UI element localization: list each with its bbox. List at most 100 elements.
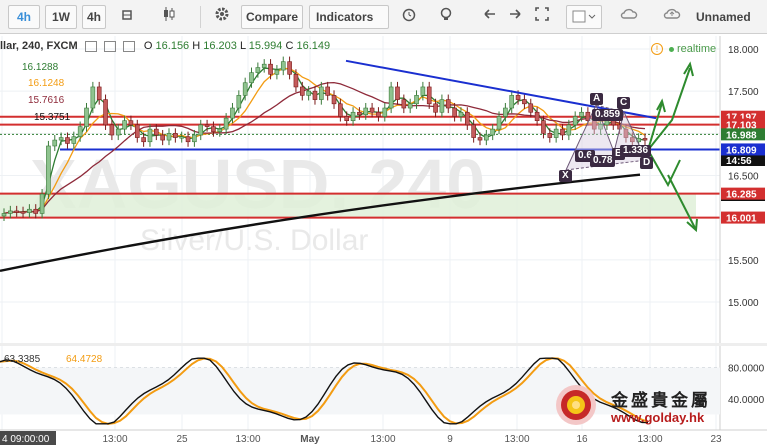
- candle-body[interactable]: [388, 86, 394, 109]
- candle-body[interactable]: [14, 210, 19, 213]
- candle-body[interactable]: [344, 116, 350, 121]
- candle-body[interactable]: [401, 99, 407, 109]
- pane-divider[interactable]: [0, 343, 767, 346]
- candle-body[interactable]: [242, 82, 248, 96]
- candle-body[interactable]: [166, 133, 172, 141]
- candle-body[interactable]: [331, 95, 337, 105]
- candle-body[interactable]: [566, 124, 572, 136]
- account-menu[interactable]: Unnamed: [696, 5, 766, 29]
- candle-body[interactable]: [439, 99, 445, 113]
- candle-body[interactable]: [541, 120, 546, 134]
- candle-body[interactable]: [236, 95, 242, 109]
- candle-body[interactable]: [103, 99, 108, 126]
- candle-body[interactable]: [1, 213, 7, 217]
- candle-body[interactable]: [122, 120, 127, 130]
- indicators-button[interactable]: Indicators: [309, 5, 389, 29]
- candle-body[interactable]: [293, 74, 299, 88]
- candle-body[interactable]: [560, 128, 565, 136]
- candle-body[interactable]: [84, 107, 89, 127]
- candle-body[interactable]: [96, 86, 102, 100]
- light-bulb-icon[interactable]: [434, 5, 458, 29]
- candle-body[interactable]: [547, 133, 553, 138]
- candle-body[interactable]: [490, 128, 495, 136]
- candle-body[interactable]: [369, 107, 375, 113]
- candle-body[interactable]: [445, 99, 451, 109]
- candle-body[interactable]: [306, 90, 311, 96]
- candle-body[interactable]: [350, 111, 356, 121]
- candle-body[interactable]: [33, 208, 39, 214]
- candle-body[interactable]: [217, 128, 223, 132]
- interval-dropdown[interactable]: 4h: [82, 5, 106, 29]
- candle-body[interactable]: [395, 86, 400, 100]
- cloud-download-icon[interactable]: [617, 5, 641, 29]
- undo-arrow-icon[interactable]: [478, 5, 502, 29]
- candle-body[interactable]: [522, 99, 527, 105]
- candle-body[interactable]: [338, 103, 343, 117]
- candle-body[interactable]: [420, 86, 426, 96]
- candle-body[interactable]: [230, 107, 235, 119]
- symbol-title[interactable]: llar, 240, FXCM: [0, 40, 78, 52]
- candle-body[interactable]: [52, 139, 58, 147]
- candle-body[interactable]: [109, 124, 115, 136]
- candle-body[interactable]: [27, 208, 32, 213]
- candle-body[interactable]: [553, 128, 559, 138]
- candle-body[interactable]: [90, 86, 96, 109]
- hide-series-icon[interactable]: [84, 40, 97, 52]
- candle-body[interactable]: [312, 90, 318, 100]
- candle-body[interactable]: [71, 136, 77, 144]
- candle-body[interactable]: [223, 117, 229, 130]
- candle-body[interactable]: [39, 193, 45, 214]
- candle-body[interactable]: [134, 124, 140, 138]
- candle-body[interactable]: [407, 103, 413, 109]
- candle-body[interactable]: [179, 136, 185, 139]
- candle-body[interactable]: [477, 137, 483, 141]
- candle-body[interactable]: [484, 134, 489, 141]
- candle-body[interactable]: [249, 72, 254, 84]
- candle-body[interactable]: [376, 111, 381, 117]
- compare-button[interactable]: Compare: [241, 5, 303, 29]
- candle-body[interactable]: [65, 137, 70, 144]
- candle-body[interactable]: [471, 124, 476, 138]
- candle-body[interactable]: [496, 116, 502, 130]
- candles-icon[interactable]: [157, 5, 181, 29]
- candle-body[interactable]: [160, 134, 165, 141]
- candle-body[interactable]: [433, 103, 438, 113]
- candle-body[interactable]: [198, 124, 204, 136]
- interval-4h-button[interactable]: 4h: [8, 5, 40, 29]
- interval-1w-button[interactable]: 1W: [45, 5, 77, 29]
- candle-body[interactable]: [382, 107, 388, 117]
- candle-body[interactable]: [173, 133, 178, 138]
- candle-body[interactable]: [211, 126, 216, 132]
- settings-gear-icon[interactable]: [210, 5, 234, 29]
- candle-body[interactable]: [299, 86, 305, 96]
- candle-body[interactable]: [357, 111, 362, 116]
- candle-body[interactable]: [192, 134, 197, 143]
- candle-body[interactable]: [20, 211, 26, 214]
- layout-dropdown[interactable]: [566, 5, 602, 29]
- candle-body[interactable]: [363, 107, 369, 116]
- candle-body[interactable]: [154, 128, 159, 136]
- candle-body[interactable]: [8, 210, 13, 214]
- alert-clock-icon[interactable]: [397, 5, 421, 29]
- candle-body[interactable]: [204, 124, 210, 127]
- redo-arrow-icon[interactable]: [503, 5, 527, 29]
- candle-body[interactable]: [572, 116, 578, 126]
- candle-body[interactable]: [452, 107, 457, 117]
- candle-body[interactable]: [128, 120, 134, 126]
- candle-body[interactable]: [261, 63, 267, 68]
- candle-body[interactable]: [464, 111, 470, 126]
- candle-body[interactable]: [268, 63, 273, 75]
- candle-body[interactable]: [642, 138, 648, 141]
- candle-body[interactable]: [115, 128, 121, 136]
- candle-body[interactable]: [579, 111, 584, 117]
- candle-body[interactable]: [528, 103, 534, 113]
- candle-body[interactable]: [426, 86, 432, 105]
- bar-style-icon[interactable]: [115, 5, 139, 29]
- candle-body[interactable]: [274, 69, 280, 75]
- candle-body[interactable]: [141, 137, 146, 143]
- candle-body[interactable]: [515, 95, 521, 100]
- candle-body[interactable]: [503, 107, 508, 117]
- candle-body[interactable]: [46, 145, 51, 195]
- candle-body[interactable]: [319, 86, 324, 100]
- candle-body[interactable]: [147, 128, 153, 143]
